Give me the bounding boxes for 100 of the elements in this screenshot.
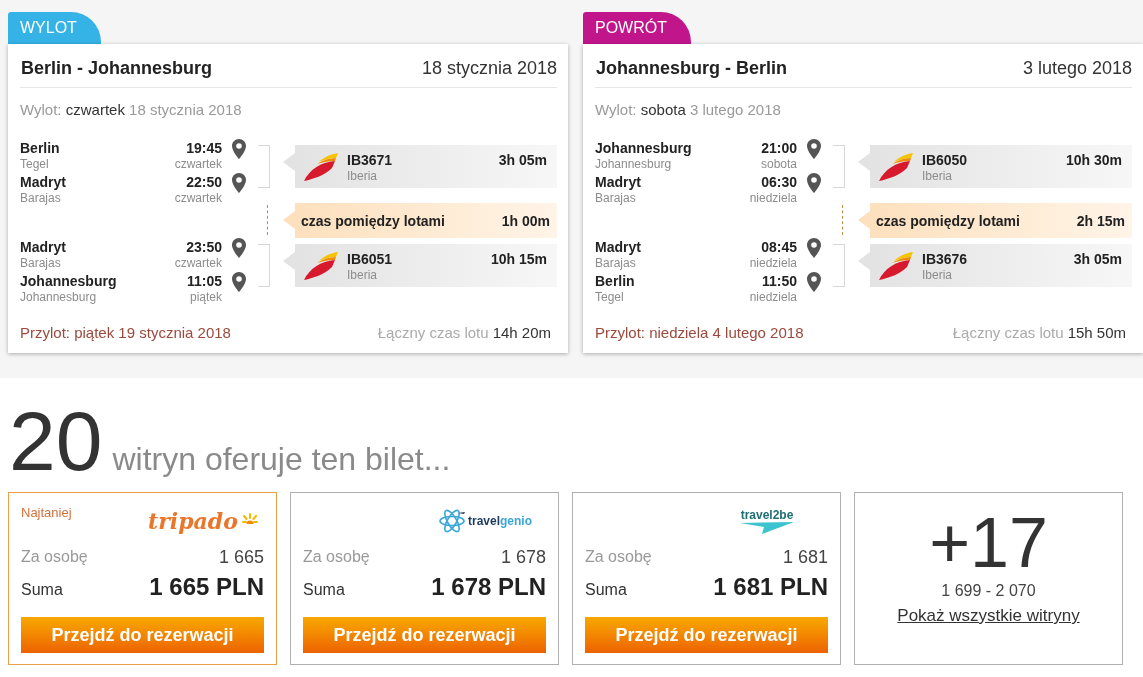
city-name: Berlin xyxy=(20,139,60,157)
flight-duration: 3h 05m xyxy=(498,150,547,169)
map-pin-icon xyxy=(232,238,246,258)
flight-duration: 10h 30m xyxy=(1065,150,1122,169)
map-pin-icon xyxy=(807,173,821,193)
atom-icon xyxy=(438,507,466,535)
map-pin-icon xyxy=(807,139,821,159)
weekday-label: czwartek xyxy=(174,256,222,270)
airport-name: Tegel xyxy=(20,157,49,171)
offer-heading: witryn oferuje ten bilet... xyxy=(112,440,451,479)
direction-label: POWRÓT xyxy=(583,12,691,44)
swoosh-logo-icon xyxy=(304,251,338,280)
flight-time: 19:45 xyxy=(186,139,222,157)
per-person-price: 1 678 xyxy=(500,545,546,569)
flight-duration: 10h 15m xyxy=(490,249,547,268)
city-name: Johannesburg xyxy=(595,139,692,157)
total-price: 1 665 PLN xyxy=(149,572,264,602)
flight-time: 21:00 xyxy=(761,139,797,157)
total-price: 1 678 PLN xyxy=(431,572,546,602)
total-label: Suma xyxy=(303,580,345,600)
logo-wordmark: tripado xyxy=(148,508,239,534)
airport-name: Johannesburg xyxy=(595,157,672,171)
layover-label: czas pomiędzy lotami xyxy=(876,211,1020,230)
layover-duration: 1h 00m xyxy=(501,211,550,230)
airline-name: Iberia xyxy=(347,267,378,282)
map-pin-icon xyxy=(232,173,246,193)
per-person-label: Za osobę xyxy=(21,547,88,567)
flight-time: 23:50 xyxy=(186,238,222,256)
airport-name: Barajas xyxy=(595,191,636,205)
route-date: 3 lutego 2018 xyxy=(1022,57,1132,79)
flight-number: IB3676 xyxy=(922,249,968,268)
connector-bracket xyxy=(833,244,845,287)
flight-time: 11:05 xyxy=(186,272,222,290)
booking-button[interactable]: Przejdź do rezerwacji xyxy=(21,617,264,653)
connector-bracket xyxy=(258,145,270,188)
arrival-date-text: Przylot: niedziela 4 lutego 2018 xyxy=(595,323,804,343)
weekday-label: sobota xyxy=(760,157,797,171)
per-person-label: Za osobę xyxy=(303,547,370,567)
route-title: Berlin - Johannesburg xyxy=(20,57,213,79)
layover-label: czas pomiędzy lotami xyxy=(301,211,445,230)
booking-button[interactable]: Przejdź do rezerwacji xyxy=(303,617,546,653)
connector-bracket xyxy=(258,244,270,287)
total-label: Suma xyxy=(21,580,63,600)
airport-name: Johannesburg xyxy=(20,290,97,304)
flight-number: IB3671 xyxy=(347,150,393,169)
flight-time: 11:50 xyxy=(761,272,797,290)
more-sites-count: +17 xyxy=(929,508,1048,578)
total-time-label: Łączny czas lotu xyxy=(377,323,489,343)
flight-time: 08:45 xyxy=(761,238,797,256)
total-label: Suma xyxy=(585,580,627,600)
city-name: Johannesburg xyxy=(20,272,117,290)
flight-number: IB6050 xyxy=(922,150,968,169)
arrival-date-text: Przylot: piątek 19 stycznia 2018 xyxy=(20,323,231,343)
city-name: Madryt xyxy=(20,173,66,191)
total-price: 1 681 PLN xyxy=(713,572,828,602)
booking-button[interactable]: Przejdź do rezerwacji xyxy=(585,617,828,653)
route-date: 18 stycznia 2018 xyxy=(421,57,557,79)
total-time-label: Łączny czas lotu xyxy=(952,323,1064,343)
city-name: Madryt xyxy=(595,238,641,256)
airline-name: Iberia xyxy=(347,168,378,183)
swoosh-logo-icon xyxy=(304,152,338,181)
weekday-label: niedziela xyxy=(749,290,797,304)
weekday-label: czwartek xyxy=(174,191,222,205)
map-pin-icon xyxy=(232,139,246,159)
airport-name: Barajas xyxy=(595,256,636,270)
offer-count: 20 xyxy=(9,396,103,486)
airline-name: Iberia xyxy=(922,168,953,183)
route-title: Johannesburg - Berlin xyxy=(595,57,788,79)
direction-label: WYLOT xyxy=(8,12,101,44)
flight-time: 06:30 xyxy=(761,173,797,191)
price-range: 1 699 - 2 070 xyxy=(941,581,1036,601)
per-person-label: Za osobę xyxy=(585,547,652,567)
departure-date-text: Wylot: sobota 3 lutego 2018 xyxy=(595,100,781,120)
city-name: Madryt xyxy=(595,173,641,191)
flight-number: IB6051 xyxy=(347,249,393,268)
map-pin-icon xyxy=(807,238,821,258)
weekday-label: czwartek xyxy=(174,157,222,171)
swoosh-logo-icon xyxy=(879,251,913,280)
per-person-price: 1 681 xyxy=(782,545,828,569)
city-name: Berlin xyxy=(595,272,635,290)
show-all-sites-link[interactable]: Pokaż wszystkie witryny xyxy=(897,604,1080,628)
swoosh-logo-icon xyxy=(879,152,913,181)
total-time-value: 15h 50m xyxy=(1067,323,1126,343)
airport-name: Barajas xyxy=(20,256,61,270)
connector-bracket xyxy=(833,145,845,188)
paper-plane-icon xyxy=(740,522,794,534)
airport-name: Tegel xyxy=(595,290,624,304)
cheapest-label: Najtaniej xyxy=(21,504,72,522)
map-pin-icon xyxy=(232,272,246,292)
layover-duration: 2h 15m xyxy=(1076,211,1125,230)
total-time-value: 14h 20m xyxy=(492,323,551,343)
logo-wordmark: travel2be xyxy=(740,508,794,522)
flight-time: 22:50 xyxy=(186,173,222,191)
airline-name: Iberia xyxy=(922,267,953,282)
flight-duration: 3h 05m xyxy=(1073,249,1122,268)
logo-wordmark: travelgenio xyxy=(468,513,532,529)
airport-name: Barajas xyxy=(20,191,61,205)
departure-date-text: Wylot: czwartek 18 stycznia 2018 xyxy=(20,100,242,120)
per-person-price: 1 665 xyxy=(218,545,264,569)
weekday-label: piątek xyxy=(189,290,222,304)
